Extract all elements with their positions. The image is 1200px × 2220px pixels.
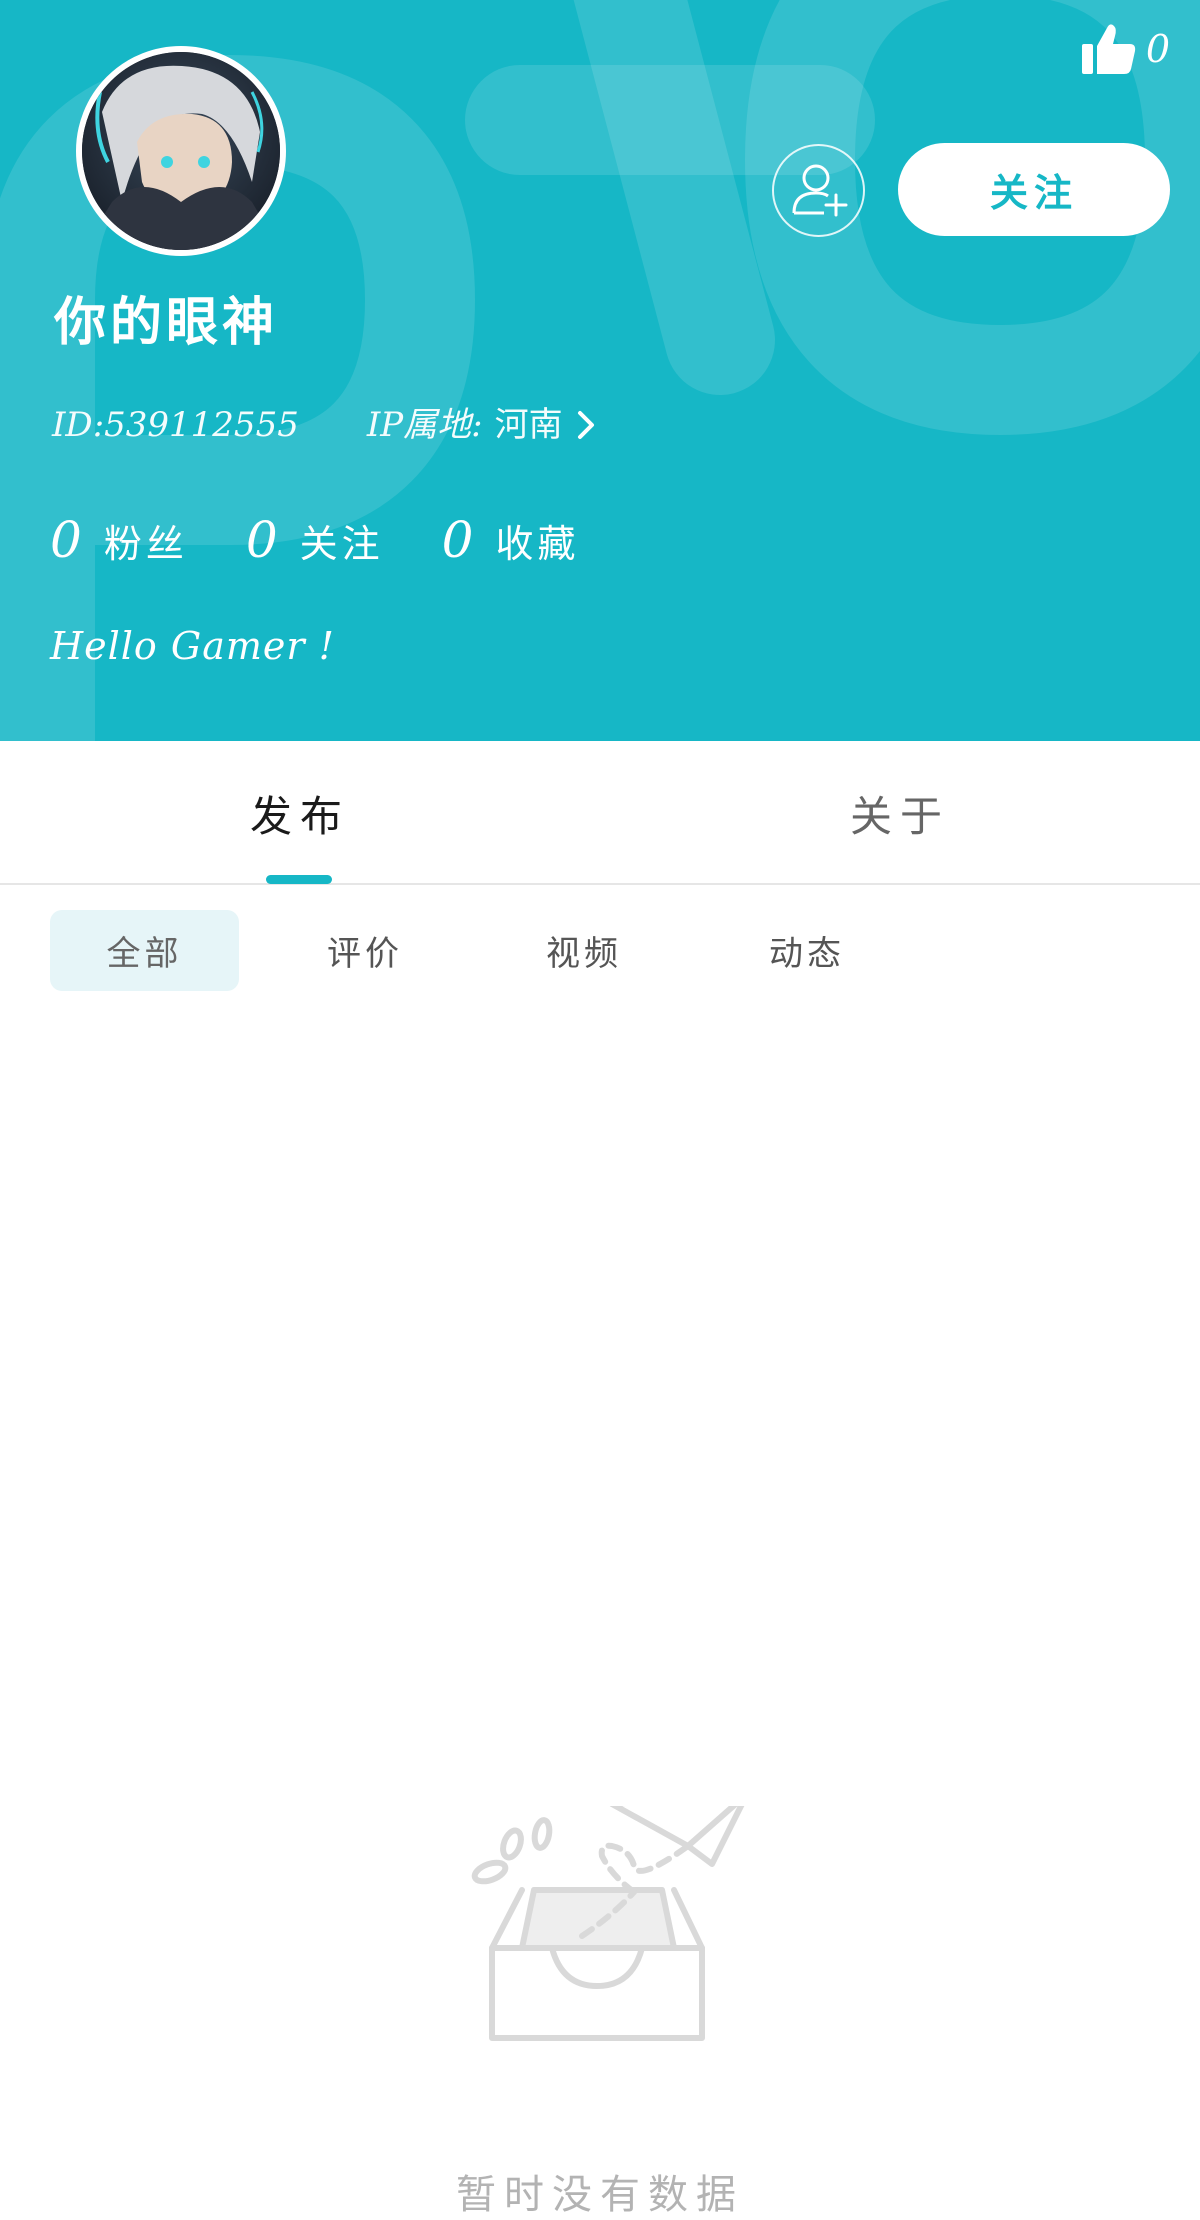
add-user-icon — [790, 161, 848, 221]
empty-box-paper-plane-icon — [471, 1806, 745, 2041]
follow-button[interactable]: 关注 — [898, 143, 1170, 236]
add-friend-button[interactable] — [772, 144, 865, 237]
like-count: 0 — [1145, 27, 1170, 71]
stat-label: 关注 — [299, 522, 384, 566]
stat-favorites[interactable]: 0 收藏 — [442, 515, 580, 565]
avatar[interactable] — [76, 46, 286, 256]
chevron-right-icon[interactable] — [577, 410, 595, 440]
active-tab-indicator — [266, 875, 332, 884]
stat-value: 0 — [245, 511, 278, 569]
tab-publish[interactable]: 发布 — [0, 741, 600, 885]
bio: Hello Gamer ! — [50, 624, 335, 668]
ip-location[interactable]: 河南 — [495, 408, 563, 442]
subtab-moments[interactable]: 动态 — [742, 910, 872, 991]
thumbs-up-icon[interactable] — [1080, 22, 1136, 76]
tab-about[interactable]: 关于 — [600, 741, 1200, 885]
stat-label: 收藏 — [495, 522, 580, 566]
stat-following[interactable]: 0 关注 — [246, 515, 384, 565]
user-meta-row: ID:539112555 IP属地: 河南 — [52, 408, 595, 442]
subtab-all[interactable]: 全部 — [50, 910, 239, 991]
ip-label: IP属地: — [366, 405, 483, 445]
username: 你的眼神 — [54, 292, 279, 353]
stat-value: 0 — [441, 511, 474, 569]
like-area[interactable]: 0 — [1080, 22, 1170, 76]
profile-header: 0 关注 你的眼神 ID:539112555 IP属地: 河南 0 粉丝 0 关… — [0, 0, 1200, 741]
stat-label: 粉丝 — [103, 522, 188, 566]
user-id: ID:539112555 — [52, 405, 299, 445]
stat-value: 0 — [50, 511, 82, 569]
sub-tabs: 全部 评价 视频 动态 — [0, 887, 1200, 1007]
subtab-videos[interactable]: 视频 — [519, 910, 649, 991]
main-tabs: 发布 关于 — [0, 741, 1200, 885]
subtab-reviews[interactable]: 评价 — [300, 910, 430, 991]
empty-state: 暂时没有数据 — [0, 1800, 1200, 2220]
empty-state-message: 暂时没有数据 — [456, 2172, 744, 2218]
stat-fans[interactable]: 0 粉丝 — [50, 515, 188, 565]
stats-row: 0 粉丝 0 关注 0 收藏 — [50, 515, 637, 565]
